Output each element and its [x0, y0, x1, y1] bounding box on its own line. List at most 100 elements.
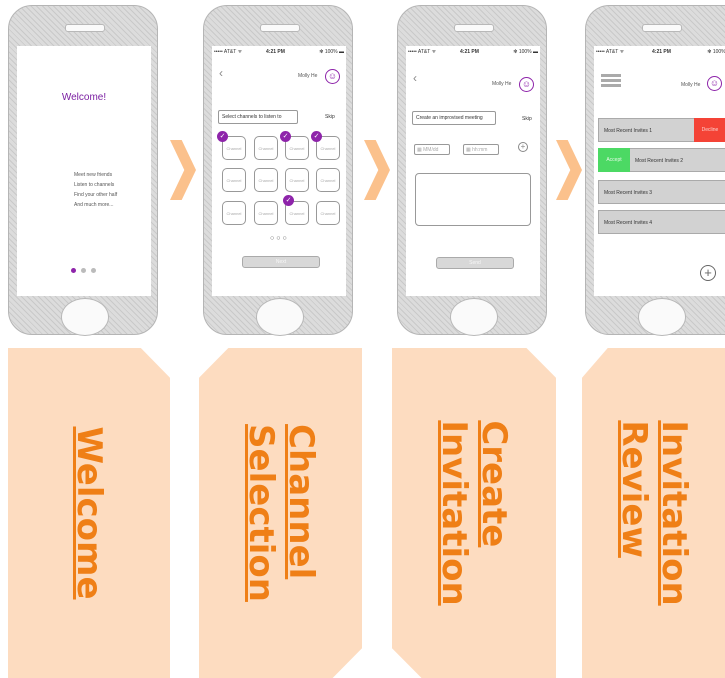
channel-tile-label: Channel: [289, 145, 305, 151]
clock: 4:21 PM: [266, 49, 285, 55]
channel-tile-label: Channel: [289, 210, 305, 216]
invite-title: Most Recent Invites 1: [604, 128, 653, 134]
channel-tile[interactable]: Channel: [254, 168, 278, 192]
welcome-line: Meet new friends: [74, 172, 113, 178]
screen-welcome: Welcome! Meet new friends Listen to chan…: [17, 46, 151, 296]
carrier: ••••• AT&T ᯤ: [596, 49, 625, 55]
channel-tile-label: Channel: [258, 177, 274, 183]
pagination-dots[interactable]: ○○○: [270, 235, 289, 242]
status-bar: ••••• AT&T ᯤ 4:21 PM ✻ 100% ▬: [594, 49, 725, 57]
channel-tile-label: Channel: [289, 177, 305, 183]
flow-arrow: [364, 140, 390, 200]
skip-link[interactable]: Skip: [325, 114, 335, 120]
skip-link[interactable]: Skip: [522, 116, 532, 122]
card-title: Welcome: [69, 426, 109, 600]
accept-button[interactable]: Accept: [598, 148, 630, 172]
add-circle-icon[interactable]: +: [518, 142, 528, 152]
back-chevron-icon[interactable]: ‹: [219, 66, 223, 80]
card-title: Invitation Review: [613, 420, 694, 606]
checkmark-icon: ✓: [311, 131, 322, 142]
page-indicator[interactable]: [71, 268, 101, 274]
welcome-title: Welcome!: [61, 92, 107, 103]
date-field[interactable]: ▦ MM/dd: [414, 144, 450, 155]
status-bar: ••••• AT&T ᯤ 4:21 PM ✻ 100% ▬: [406, 49, 540, 57]
channel-tile-label: Channel: [320, 210, 336, 216]
avatar-icon[interactable]: ☺: [325, 69, 340, 84]
channel-prompt: Select channels to listen to: [218, 110, 298, 124]
user-name: Molly He: [298, 73, 318, 79]
card-title: Channel Selection: [240, 424, 321, 602]
channel-tile-label: Channel: [320, 145, 336, 151]
checkmark-icon: ✓: [280, 131, 291, 142]
channel-tile[interactable]: Channel: [222, 201, 246, 225]
page-dot-active: [71, 268, 76, 273]
channel-tile-label: Channel: [226, 177, 242, 183]
label-card-welcome: Welcome: [8, 348, 170, 678]
home-button[interactable]: [638, 298, 686, 336]
add-circle-icon[interactable]: +: [700, 265, 716, 281]
channel-tile-label: Channel: [226, 145, 242, 151]
card-title: Create Invitation: [434, 420, 514, 606]
user-name: Molly He: [681, 82, 701, 88]
create-prompt: Create an improvised meeting: [412, 111, 496, 125]
clock: 4:21 PM: [460, 49, 479, 55]
carrier: ••••• AT&T ᯤ: [408, 49, 437, 55]
channel-tile[interactable]: Channel: [316, 168, 340, 192]
channel-tile-label: Channel: [258, 210, 274, 216]
time-field[interactable]: ▦ hh:mm: [463, 144, 499, 155]
speaker-grille: [65, 24, 105, 32]
decline-button[interactable]: Decline: [694, 118, 725, 142]
channel-tile[interactable]: Channel: [222, 168, 246, 192]
home-button[interactable]: [450, 298, 498, 336]
battery: ✻ 100% ▬: [707, 49, 725, 55]
invite-title: Most Recent Invites 2: [635, 158, 684, 164]
avatar-icon[interactable]: ☺: [707, 76, 722, 91]
phone-create-invitation: ••••• AT&T ᯤ 4:21 PM ✻ 100% ▬ ‹ Molly He…: [397, 5, 547, 336]
home-button[interactable]: [61, 298, 109, 336]
speaker-grille: [454, 24, 494, 32]
checkmark-icon: ✓: [217, 131, 228, 142]
next-button[interactable]: Next: [242, 256, 320, 268]
channel-tile[interactable]: Channel: [254, 136, 278, 160]
flow-arrow: [556, 140, 582, 200]
invite-row[interactable]: Accept Most Recent Invites 2: [598, 148, 725, 172]
invite-title: Most Recent Invites 3: [604, 190, 653, 196]
speaker-grille: [642, 24, 682, 32]
user-name: Molly He: [492, 81, 512, 87]
channel-tile[interactable]: Channel: [285, 168, 309, 192]
avatar-icon[interactable]: ☺: [519, 77, 534, 92]
invite-row[interactable]: Most Recent Invites 1 Decline: [598, 118, 725, 142]
label-card-invitation-review: Invitation Review: [582, 348, 725, 678]
carrier: ••••• AT&T ᯤ: [214, 49, 243, 55]
invite-row[interactable]: Most Recent Invites 4: [598, 210, 725, 234]
label-card-channel-selection: Channel Selection: [199, 348, 362, 678]
battery: ✻ 100% ▬: [319, 49, 344, 55]
page-dot: [81, 268, 86, 273]
channel-tile[interactable]: Channel: [254, 201, 278, 225]
send-button[interactable]: Send: [436, 257, 514, 269]
channel-tile-label: Channel: [320, 177, 336, 183]
phone-welcome: Welcome! Meet new friends Listen to chan…: [8, 5, 158, 336]
welcome-line: Listen to channels: [74, 182, 115, 188]
label-card-create-invitation: Create Invitation: [392, 348, 556, 678]
speaker-grille: [260, 24, 300, 32]
channel-tile-label: Channel: [226, 210, 242, 216]
screen-channel-selection: ••••• AT&T ᯤ 4:21 PM ✻ 100% ▬ ‹ Molly He…: [212, 46, 346, 296]
time-placeholder: hh:mm: [472, 147, 488, 153]
message-textarea[interactable]: [415, 173, 531, 226]
checkmark-icon: ✓: [283, 195, 294, 206]
channel-tile[interactable]: Channel: [316, 201, 340, 225]
screen-create-invitation: ••••• AT&T ᯤ 4:21 PM ✻ 100% ▬ ‹ Molly He…: [406, 46, 540, 296]
clock: 4:21 PM: [652, 49, 671, 55]
screen-invitation-review: ••••• AT&T ᯤ 4:21 PM ✻ 100% ▬ Molly He ☺…: [594, 46, 725, 296]
invite-title: Most Recent Invites 4: [604, 220, 653, 226]
battery: ✻ 100% ▬: [513, 49, 538, 55]
hamburger-menu-icon[interactable]: [601, 74, 621, 88]
welcome-line: And much more...: [74, 202, 114, 208]
back-chevron-icon[interactable]: ‹: [413, 71, 417, 85]
channel-tile-label: Channel: [258, 145, 274, 151]
invite-row[interactable]: Most Recent Invites 3: [598, 180, 725, 204]
phone-channel-selection: ••••• AT&T ᯤ 4:21 PM ✻ 100% ▬ ‹ Molly He…: [203, 5, 353, 336]
flow-arrow: [170, 140, 196, 200]
home-button[interactable]: [256, 298, 304, 336]
